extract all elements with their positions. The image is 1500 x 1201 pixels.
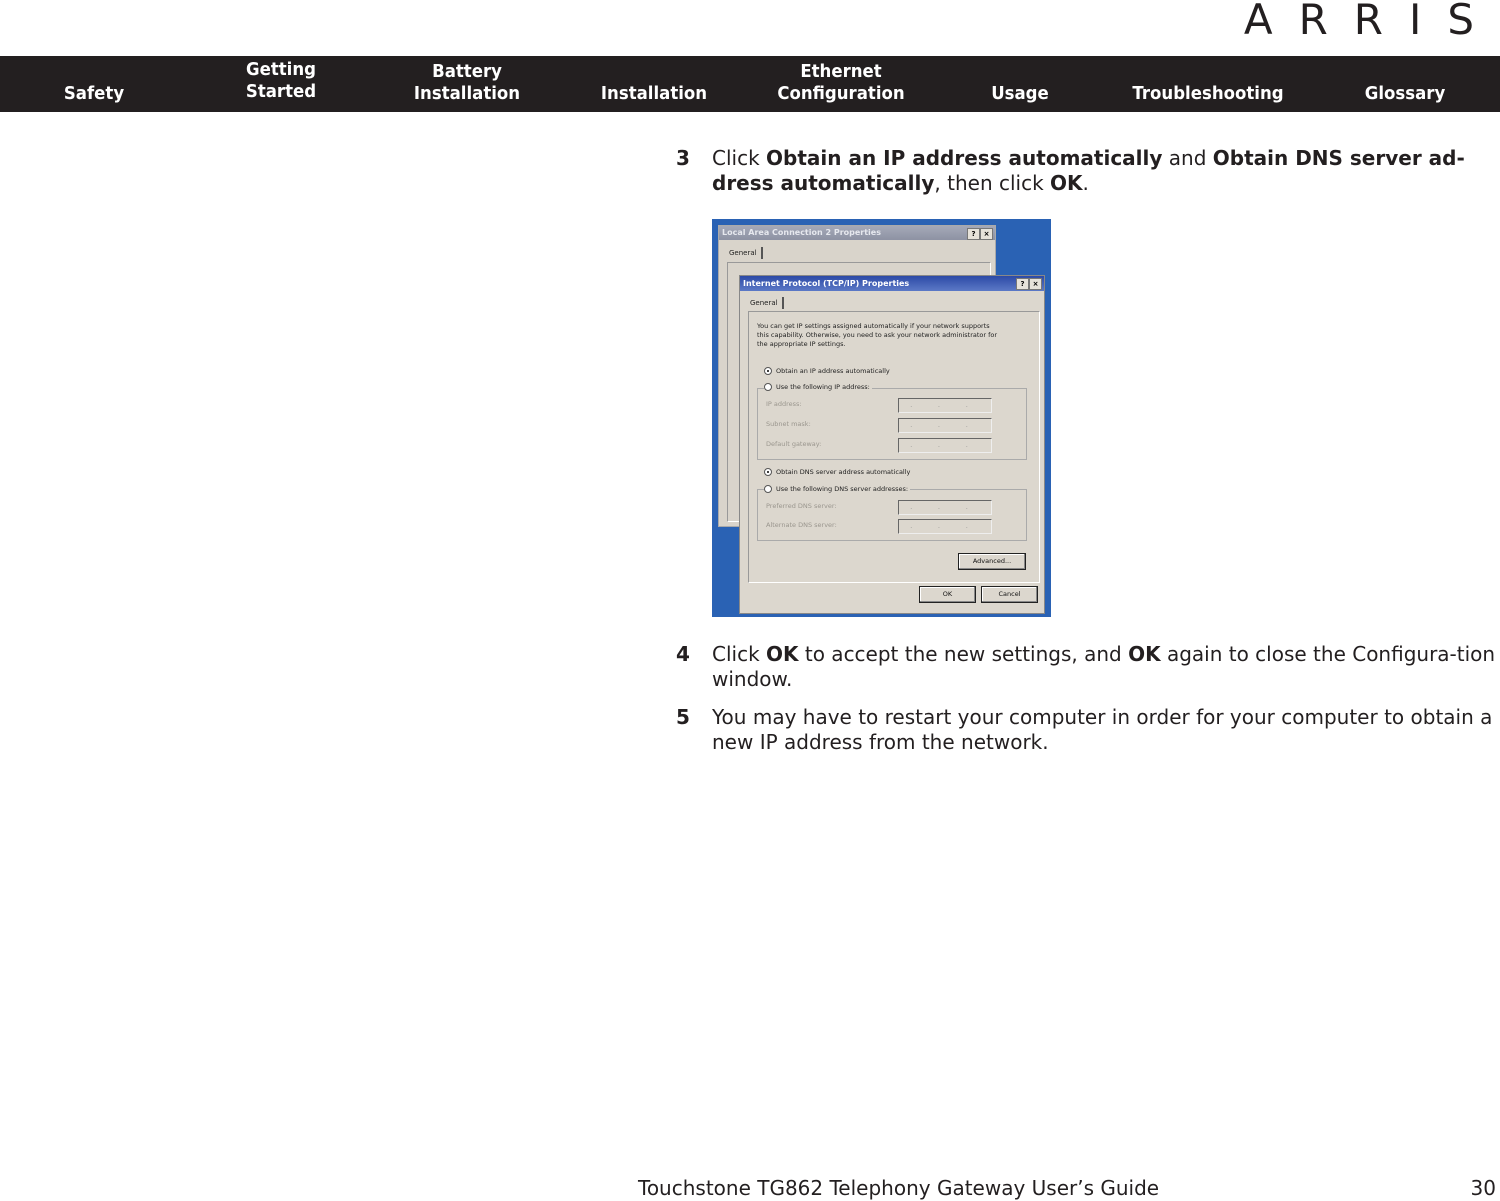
radio-unselected-icon — [764, 485, 772, 493]
nav-tab-installation[interactable]: Installation — [568, 56, 741, 112]
nav-tab-label-line2: Safety — [63, 83, 125, 104]
alternate-dns-label: Alternate DNS server: — [766, 521, 837, 529]
top-navigation: Safety Getting Started Battery Installat… — [0, 56, 1500, 112]
arris-logo: ARRIS — [1243, 0, 1500, 44]
nav-tab-battery-installation[interactable]: Battery Installation — [381, 56, 552, 112]
default-gateway-input[interactable]: . . . — [898, 438, 992, 453]
close-icon[interactable]: × — [980, 228, 993, 240]
step-text-run: . — [1082, 171, 1089, 195]
tab-general[interactable]: General — [725, 247, 763, 259]
nav-tab-label-line2: Glossary — [1364, 83, 1446, 104]
step-text-run: , then click — [934, 171, 1051, 195]
radio-selected-icon — [764, 367, 772, 375]
nav-tab-troubleshooting[interactable]: Troubleshooting — [1114, 56, 1302, 112]
tab-general[interactable]: General — [746, 297, 784, 309]
help-icon[interactable]: ? — [1016, 278, 1029, 290]
default-gateway-label: Default gateway: — [766, 440, 822, 448]
window-title: Internet Protocol (TCP/IP) Properties — [740, 276, 1044, 291]
radio-label: Use the following DNS server addresses: — [776, 485, 909, 493]
tcpip-properties-screenshot: Local Area Connection 2 Properties ? × G… — [712, 219, 1051, 617]
nav-tab-label-line2: Started — [245, 81, 317, 102]
emphasized-text: OK — [766, 642, 799, 666]
step-text-run: You may have to restart your computer in… — [712, 705, 1493, 754]
nav-tab-label-line2: Usage — [991, 83, 1049, 104]
step-text-run: Click — [712, 146, 767, 170]
cancel-button[interactable]: Cancel — [981, 586, 1038, 603]
step-text: Click OK to accept the new settings, and… — [712, 642, 1500, 692]
emphasized-text: OK — [1050, 171, 1083, 195]
step-text-run: and — [1162, 146, 1213, 170]
emphasized-text: OK — [1128, 642, 1161, 666]
subnet-mask-label: Subnet mask: — [766, 420, 811, 428]
tcpip-properties-window: Internet Protocol (TCP/IP) Properties ? … — [739, 275, 1045, 614]
ip-address-label: IP address: — [766, 400, 802, 408]
step-text-run: Click — [712, 642, 767, 666]
footer-document-title: Touchstone TG862 Telephony Gateway User’… — [638, 1176, 1160, 1200]
nav-tab-usage[interactable]: Usage — [941, 56, 1099, 112]
radio-label: Obtain an IP address automatically — [776, 367, 890, 375]
radio-obtain-ip-auto[interactable]: Obtain an IP address automatically — [764, 367, 890, 376]
step-text-run: to accept the new settings, and — [798, 642, 1129, 666]
nav-tab-label-line2: Installation — [413, 83, 521, 104]
page-number: 30 — [1470, 1176, 1496, 1200]
nav-tab-label-line1: Getting — [246, 59, 316, 80]
step-number: 5 — [676, 705, 690, 729]
intro-text-line: this capability. Otherwise, you need to … — [757, 331, 998, 339]
step-3: 3 Click Obtain an IP address automatical… — [676, 146, 1500, 196]
nav-tab-glossary[interactable]: Glossary — [1318, 56, 1493, 112]
nav-tab-label-line2: Installation — [600, 83, 708, 104]
intro-text-line: You can get IP settings assigned automat… — [757, 322, 990, 330]
subnet-mask-input[interactable]: . . . — [898, 418, 992, 433]
nav-tab-safety[interactable]: Safety — [8, 56, 181, 112]
advanced-button[interactable]: Advanced... — [958, 553, 1026, 570]
nav-tab-getting-started[interactable]: Getting Started — [195, 56, 366, 112]
radio-use-following-dns[interactable]: Use the following DNS server addresses: — [764, 485, 911, 494]
ok-button[interactable]: OK — [919, 586, 976, 603]
step-number: 4 — [676, 642, 690, 666]
step-text: Click Obtain an IP address automatically… — [712, 146, 1500, 196]
emphasized-text: Obtain an IP address automatically — [766, 146, 1163, 170]
radio-unselected-icon — [764, 383, 772, 391]
nav-tab-label-line1: Ethernet — [800, 61, 882, 82]
ip-address-input[interactable]: . . . — [898, 398, 992, 413]
nav-tab-label-line1: Battery — [432, 61, 502, 82]
nav-tab-label-line2: Troubleshooting — [1132, 83, 1284, 104]
alternate-dns-input[interactable]: . . . — [898, 519, 992, 534]
step-number: 3 — [676, 146, 690, 170]
radio-use-following-ip[interactable]: Use the following IP address: — [764, 383, 872, 392]
close-icon[interactable]: × — [1029, 278, 1042, 290]
step-text: You may have to restart your computer in… — [712, 705, 1500, 755]
help-icon[interactable]: ? — [967, 228, 980, 240]
radio-label: Obtain DNS server address automatically — [776, 468, 911, 476]
radio-selected-icon — [764, 468, 772, 476]
preferred-dns-input[interactable]: . . . — [898, 500, 992, 515]
radio-label: Use the following IP address: — [776, 383, 870, 391]
window-title: Local Area Connection 2 Properties — [719, 226, 995, 240]
nav-tab-ethernet-configuration[interactable]: Ethernet Configuration — [755, 56, 926, 112]
preferred-dns-label: Preferred DNS server: — [766, 502, 837, 510]
nav-tab-label-line2: Configuration — [777, 83, 905, 104]
radio-obtain-dns-auto[interactable]: Obtain DNS server address automatically — [764, 468, 910, 477]
step-4: 4 Click OK to accept the new settings, a… — [676, 642, 1500, 692]
intro-text-line: the appropriate IP settings. — [757, 340, 846, 348]
step-5: 5 You may have to restart your computer … — [676, 705, 1500, 755]
